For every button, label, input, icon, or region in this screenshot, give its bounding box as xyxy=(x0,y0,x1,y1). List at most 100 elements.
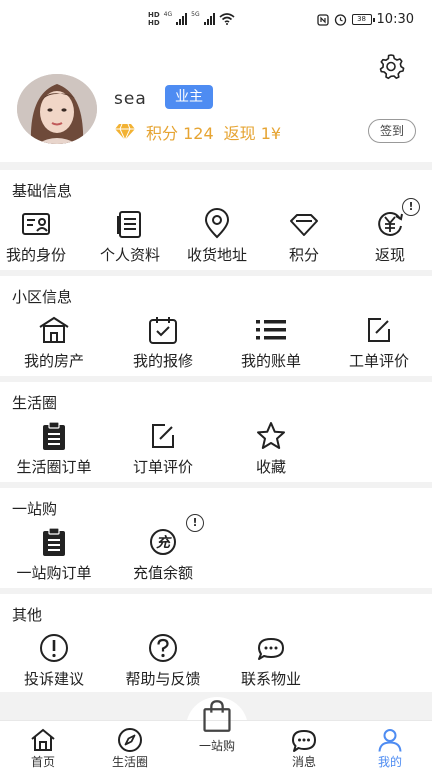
tab-label: 一站购 xyxy=(198,739,235,753)
id-card-icon xyxy=(22,213,50,235)
yuan-refresh-icon xyxy=(378,212,403,236)
clipboard-icon xyxy=(43,421,65,450)
item-label: 一站购订单 xyxy=(16,564,92,582)
basic-item-profile[interactable]: 个人资料 xyxy=(80,208,180,268)
signal-icon xyxy=(176,13,188,25)
star-icon xyxy=(257,422,285,449)
item-label: 充值余额 xyxy=(132,564,193,582)
network-4g-label: 4G xyxy=(163,11,173,18)
section-basic-info: 基础信息 我的身份 个人资料 收货地址 积分 返现 ! xyxy=(0,170,432,270)
item-label: 我的身份 xyxy=(5,246,66,264)
alert-badge-icon: ! xyxy=(402,198,420,216)
onestop-item-orders[interactable]: 一站购订单 xyxy=(4,526,104,586)
recharge-icon: 充 xyxy=(150,529,176,555)
clock: 10:30 xyxy=(376,12,414,27)
nfc-icon xyxy=(316,13,329,26)
item-label: 投诉建议 xyxy=(23,670,84,688)
location-pin-icon xyxy=(204,208,230,239)
clipboard-icon xyxy=(43,527,65,556)
item-label: 工单评价 xyxy=(348,352,409,370)
points-row[interactable]: 积分 124 返现 1¥ xyxy=(114,120,281,144)
signal-icon-2 xyxy=(203,13,215,25)
other-item-contact[interactable]: 联系物业 xyxy=(221,632,321,692)
section-title: 基础信息 xyxy=(12,182,73,200)
item-label: 我的报修 xyxy=(132,352,193,370)
tab-home[interactable]: 首页 xyxy=(8,721,78,768)
item-label: 个人资料 xyxy=(99,246,160,264)
community-item-repair[interactable]: 我的报修 xyxy=(113,314,213,374)
username: sea xyxy=(114,89,147,109)
chat-icon xyxy=(292,730,316,752)
item-label: 收藏 xyxy=(255,458,286,476)
checkin-button[interactable]: 签到 xyxy=(368,119,416,143)
avatar[interactable] xyxy=(17,74,97,144)
points-value: 积分 124 xyxy=(146,124,214,143)
tab-one-stop[interactable]: 一站购 xyxy=(182,685,252,768)
chat-icon xyxy=(258,638,284,660)
item-label: 生活圈订单 xyxy=(16,458,92,476)
user-icon xyxy=(378,729,402,752)
status-indicators: HD HD 4G 5G xyxy=(148,11,235,27)
section-other: 其他 投诉建议 帮助与反馈 联系物业 xyxy=(0,594,432,692)
section-title: 一站购 xyxy=(12,500,58,518)
battery-icon: 38 xyxy=(351,14,375,25)
cashback-value: 返现 1¥ xyxy=(223,124,282,143)
wifi-icon xyxy=(219,13,235,25)
tab-label: 消息 xyxy=(291,755,316,768)
other-item-complaint[interactable]: 投诉建议 xyxy=(4,632,104,692)
tab-messages[interactable]: 消息 xyxy=(269,721,339,768)
tab-label: 生活圈 xyxy=(111,755,148,768)
tab-mine[interactable]: 我的 xyxy=(355,721,425,768)
question-icon xyxy=(149,634,177,662)
community-item-property[interactable]: 我的房产 xyxy=(4,314,104,374)
section-one-stop: 一站购 一站购订单 充 充值余额 ! xyxy=(0,488,432,588)
section-life-circle: 生活圈 生活圈订单 订单评价 收藏 xyxy=(0,382,432,482)
community-item-bill[interactable]: 我的账单 xyxy=(221,314,321,374)
role-badge: 业主 xyxy=(165,85,213,109)
onestop-item-recharge[interactable]: 充 充值余额 xyxy=(113,526,213,586)
basic-item-identity[interactable]: 我的身份 xyxy=(0,208,86,268)
diamond-icon xyxy=(290,214,318,236)
basic-item-cashback[interactable]: 返现 xyxy=(340,208,432,268)
tab-life-circle[interactable]: 生活圈 xyxy=(95,721,165,768)
alert-badge-icon: ! xyxy=(186,514,204,532)
community-item-work-review[interactable]: 工单评价 xyxy=(329,314,429,374)
item-label: 返现 xyxy=(374,246,405,264)
tab-label: 我的 xyxy=(377,755,402,768)
section-title: 生活圈 xyxy=(12,394,58,412)
bottom-tab-bar: 首页 生活圈 一站购 消息 我的 xyxy=(0,700,432,768)
section-title: 小区信息 xyxy=(12,288,73,306)
shopping-bag-icon xyxy=(203,700,231,732)
document-icon xyxy=(117,211,141,238)
item-label: 我的账单 xyxy=(240,352,301,370)
profile-header: sea 业主 积分 124 返现 1¥ 签到 xyxy=(0,40,432,162)
life-item-orders[interactable]: 生活圈订单 xyxy=(4,420,104,480)
diamond-icon xyxy=(115,123,135,141)
list-icon xyxy=(256,320,286,340)
basic-item-address[interactable]: 收货地址 xyxy=(167,208,267,268)
network-5g-label: 5G xyxy=(191,11,200,18)
life-item-favorites[interactable]: 收藏 xyxy=(221,420,321,480)
tab-label: 首页 xyxy=(30,755,55,768)
edit-icon xyxy=(152,424,174,448)
item-label: 收货地址 xyxy=(186,246,247,264)
home-icon xyxy=(31,728,55,751)
section-title: 其他 xyxy=(12,606,43,624)
status-bar: HD HD 4G 5G 38 10:30 xyxy=(0,0,432,40)
alarm-icon xyxy=(334,14,346,26)
other-item-help[interactable]: 帮助与反馈 xyxy=(113,632,213,692)
item-label: 订单评价 xyxy=(132,458,193,476)
exclamation-icon xyxy=(40,634,68,662)
basic-item-points[interactable]: 积分 xyxy=(254,208,354,268)
svg-text:充: 充 xyxy=(156,534,172,551)
house-icon xyxy=(39,316,69,343)
section-community-info: 小区信息 我的房产 我的报修 我的账单 工单评价 xyxy=(0,276,432,376)
item-label: 积分 xyxy=(288,246,319,264)
hd-icon: HD HD xyxy=(148,11,160,27)
gear-icon[interactable] xyxy=(377,52,405,80)
status-right: 38 10:30 xyxy=(316,12,414,27)
calendar-check-icon xyxy=(149,317,177,344)
life-item-review[interactable]: 订单评价 xyxy=(113,420,213,480)
edit-icon xyxy=(368,318,390,342)
item-label: 我的房产 xyxy=(23,352,84,370)
